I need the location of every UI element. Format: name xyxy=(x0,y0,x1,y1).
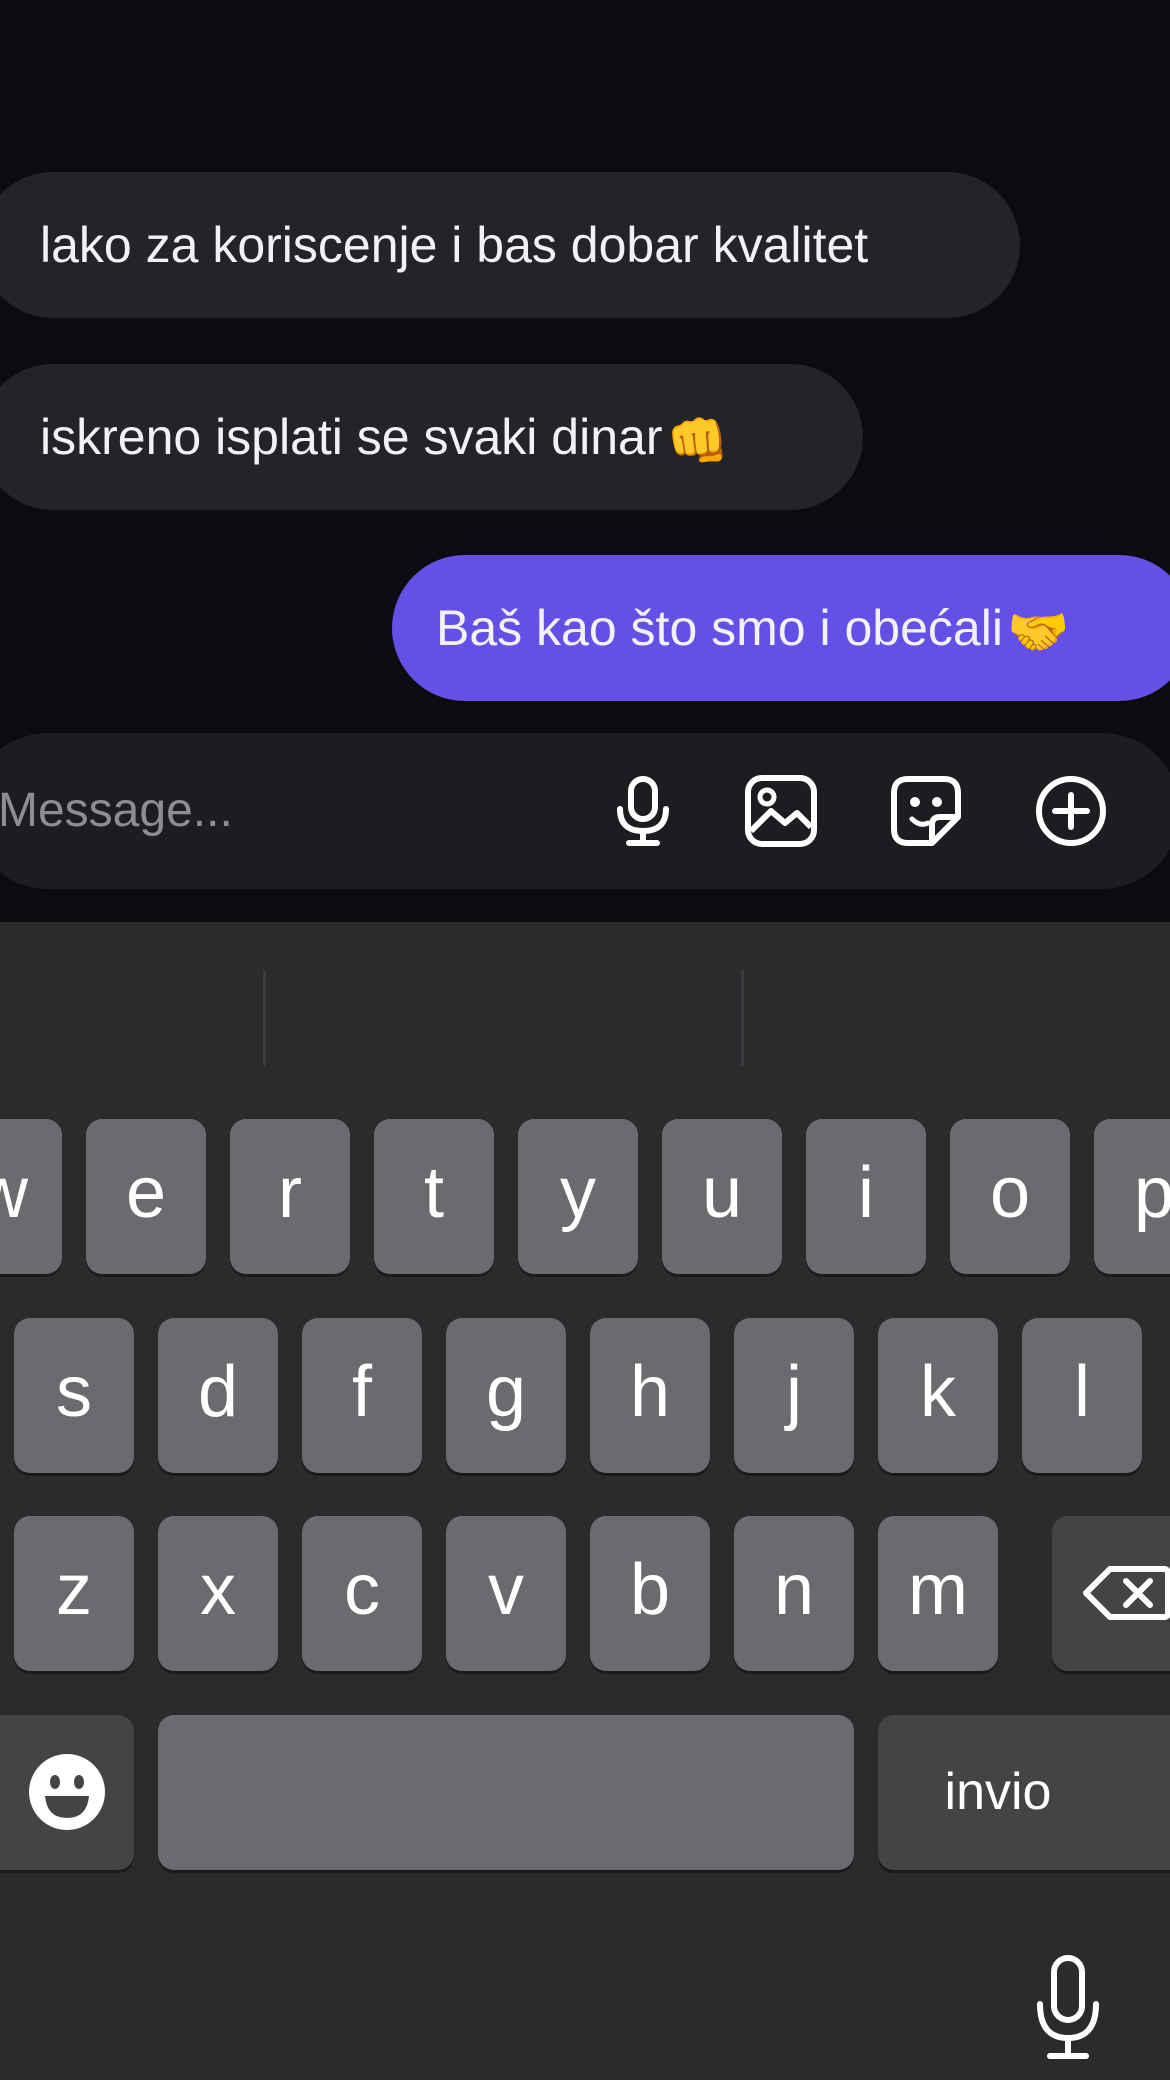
keyboard: w e r t y u i o p s d f g h j k l z x c … xyxy=(0,922,1170,2080)
key-g[interactable]: g xyxy=(446,1318,566,1473)
key-d[interactable]: d xyxy=(158,1318,278,1473)
key-r[interactable]: r xyxy=(230,1119,350,1274)
key-w[interactable]: w xyxy=(0,1119,62,1274)
key-i[interactable]: i xyxy=(806,1119,926,1274)
key-n[interactable]: n xyxy=(734,1516,854,1671)
suggestion-bar xyxy=(0,922,1170,1122)
conversation-area: lako za koriscenje i bas dobar kvalitet … xyxy=(0,0,1170,922)
key-u[interactable]: u xyxy=(662,1119,782,1274)
suggestion-divider xyxy=(263,970,266,1066)
emoji-icon xyxy=(29,1754,105,1830)
key-c[interactable]: c xyxy=(302,1516,422,1671)
message-text: iskreno isplati se svaki dinar xyxy=(40,409,663,465)
return-key-label: invio xyxy=(944,1763,1052,1821)
key-v[interactable]: v xyxy=(446,1516,566,1671)
suggestion-divider xyxy=(741,970,744,1066)
message-input[interactable]: Message... xyxy=(0,733,233,889)
incoming-message[interactable]: lako za koriscenje i bas dobar kvalitet xyxy=(0,172,1020,318)
emoji-key[interactable] xyxy=(0,1715,134,1870)
key-b[interactable]: b xyxy=(590,1516,710,1671)
message-text: lako za koriscenje i bas dobar kvalitet xyxy=(40,217,869,273)
key-z[interactable]: z xyxy=(14,1516,134,1671)
return-key[interactable]: invio xyxy=(878,1715,1170,1870)
microphone-icon[interactable] xyxy=(605,773,681,849)
key-x[interactable]: x xyxy=(158,1516,278,1671)
key-t[interactable]: t xyxy=(374,1119,494,1274)
key-j[interactable]: j xyxy=(734,1318,854,1473)
message-text: Baš kao što smo i obećali xyxy=(436,600,1003,656)
handshake-emoji: 🤝 xyxy=(1006,603,1070,660)
incoming-message[interactable]: iskreno isplati se svaki dinar👊 xyxy=(0,364,863,510)
outgoing-message[interactable]: Baš kao što smo i obećali🤝 xyxy=(392,555,1170,701)
key-h[interactable]: h xyxy=(590,1318,710,1473)
key-p[interactable]: p xyxy=(1094,1119,1170,1274)
key-l[interactable]: l xyxy=(1022,1318,1142,1473)
message-composer: Message... xyxy=(0,733,1170,889)
dictation-icon[interactable] xyxy=(1030,1954,1106,2064)
key-m[interactable]: m xyxy=(878,1516,998,1671)
image-icon[interactable] xyxy=(743,773,819,849)
space-key[interactable] xyxy=(158,1715,854,1870)
add-icon[interactable] xyxy=(1033,773,1109,849)
fist-emoji: 👊 xyxy=(666,412,729,469)
key-y[interactable]: y xyxy=(518,1119,638,1274)
sticker-icon[interactable] xyxy=(888,773,964,849)
key-f[interactable]: f xyxy=(302,1318,422,1473)
backspace-icon xyxy=(1083,1566,1170,1620)
key-s[interactable]: s xyxy=(14,1318,134,1473)
key-o[interactable]: o xyxy=(950,1119,1070,1274)
key-e[interactable]: e xyxy=(86,1119,206,1274)
key-k[interactable]: k xyxy=(878,1318,998,1473)
backspace-key[interactable] xyxy=(1052,1516,1170,1671)
